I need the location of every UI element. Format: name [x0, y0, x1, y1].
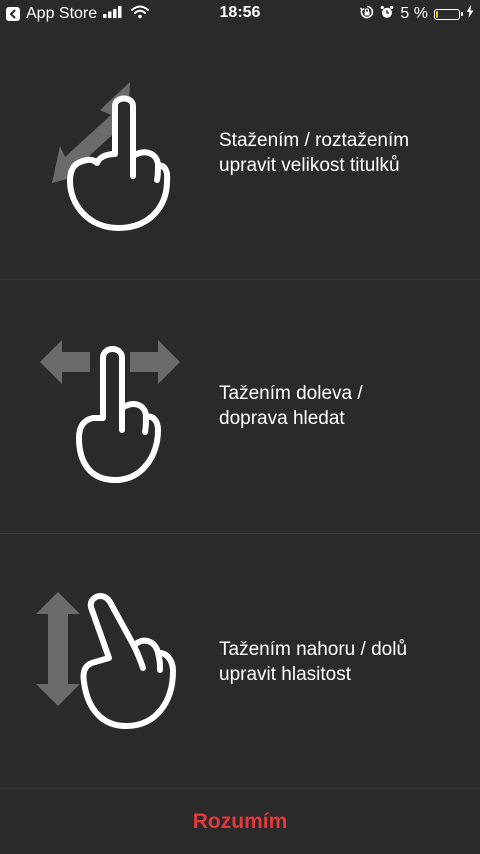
- caption-line-1: Tažením doleva /: [219, 383, 363, 404]
- pinch-zoom-hand-icon: [30, 78, 190, 238]
- back-app-label: App Store: [26, 5, 98, 22]
- alarm-icon: [380, 5, 394, 24]
- status-bar: App Store 18:56 5 %: [0, 0, 480, 28]
- gesture-section-vertical: Tažením nahoru / dolů upravit hlasitost: [0, 534, 480, 789]
- back-chevron-icon: [6, 7, 20, 21]
- battery-icon: [434, 8, 463, 20]
- got-it-button[interactable]: Rozumím: [173, 800, 308, 844]
- back-to-app[interactable]: App Store: [6, 3, 150, 25]
- battery-level-fill: [436, 10, 438, 18]
- caption-line-2: doprava hledat: [219, 408, 345, 429]
- gesture-section-pinch: Stažením / roztažením upravit velikost t…: [0, 28, 480, 280]
- caption-line-2: upravit hlasitost: [219, 664, 352, 685]
- caption-line-1: Stažením / roztažením: [219, 130, 410, 151]
- battery-percent: 5 %: [400, 5, 428, 22]
- status-right: 5 %: [360, 4, 474, 24]
- signal-icon: [103, 5, 125, 23]
- gesture-caption-pinch: Stažením / roztažením upravit velikost t…: [219, 128, 469, 178]
- swipe-horizontal-hand-icon: [30, 330, 190, 490]
- caption-line-1: Tažením nahoru / dolů: [219, 639, 408, 660]
- caption-line-2: upravit velikost titulků: [219, 155, 400, 176]
- gesture-caption-horizontal: Tažením doleva / doprava hledat: [219, 381, 469, 431]
- wifi-icon: [131, 5, 150, 24]
- gesture-caption-vertical: Tažením nahoru / dolů upravit hlasitost: [219, 637, 469, 687]
- gesture-tutorial-screen: App Store 18:56 5 % Stažením / roztažení…: [0, 0, 480, 854]
- footer-bar: Rozumím: [0, 789, 480, 854]
- gesture-section-horizontal: Tažením doleva / doprava hledat: [0, 280, 480, 534]
- orientation-lock-icon: [360, 5, 374, 24]
- charging-bolt-icon: [466, 5, 474, 23]
- swipe-vertical-hand-icon: [30, 584, 190, 744]
